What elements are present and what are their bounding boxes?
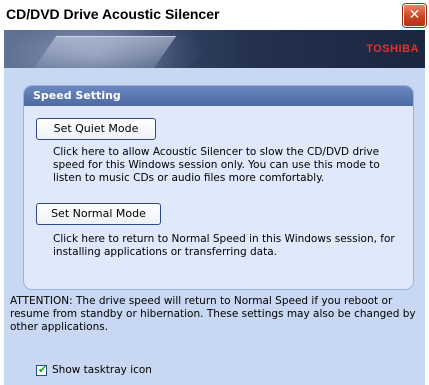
set-normal-mode-button[interactable]: Set Normal Mode	[36, 203, 161, 225]
checkmark-icon: ✔	[38, 362, 48, 376]
brand-logo: TOSHIBA	[366, 43, 419, 55]
header-banner: TOSHIBA	[4, 30, 425, 68]
normal-mode-description: Click here to return to Normal Speed in …	[53, 233, 395, 258]
acoustic-silencer-window: CD/DVD Drive Acoustic Silencer ✕ TOSHIBA…	[0, 0, 429, 385]
window-title: CD/DVD Drive Acoustic Silencer	[6, 6, 220, 22]
close-button[interactable]: ✕	[403, 4, 426, 27]
speed-setting-panel: Speed Setting Set Quiet Mode Click here …	[23, 85, 414, 290]
tasktray-label[interactable]: Show tasktray icon	[52, 364, 152, 376]
tasktray-option[interactable]: ✔ Show tasktray icon	[36, 362, 152, 378]
panel-header: Speed Setting	[24, 86, 413, 106]
laptop-graphic	[31, 36, 177, 68]
tasktray-checkbox[interactable]: ✔	[36, 362, 48, 376]
title-bar[interactable]: CD/DVD Drive Acoustic Silencer ✕	[0, 0, 429, 30]
set-quiet-mode-button[interactable]: Set Quiet Mode	[36, 118, 156, 140]
quiet-mode-description: Click here to allow Acoustic Silencer to…	[53, 146, 380, 184]
close-icon: ✕	[408, 7, 421, 23]
attention-notice: ATTENTION: The drive speed will return t…	[10, 295, 416, 333]
dialog-body: Speed Setting Set Quiet Mode Click here …	[4, 68, 425, 385]
